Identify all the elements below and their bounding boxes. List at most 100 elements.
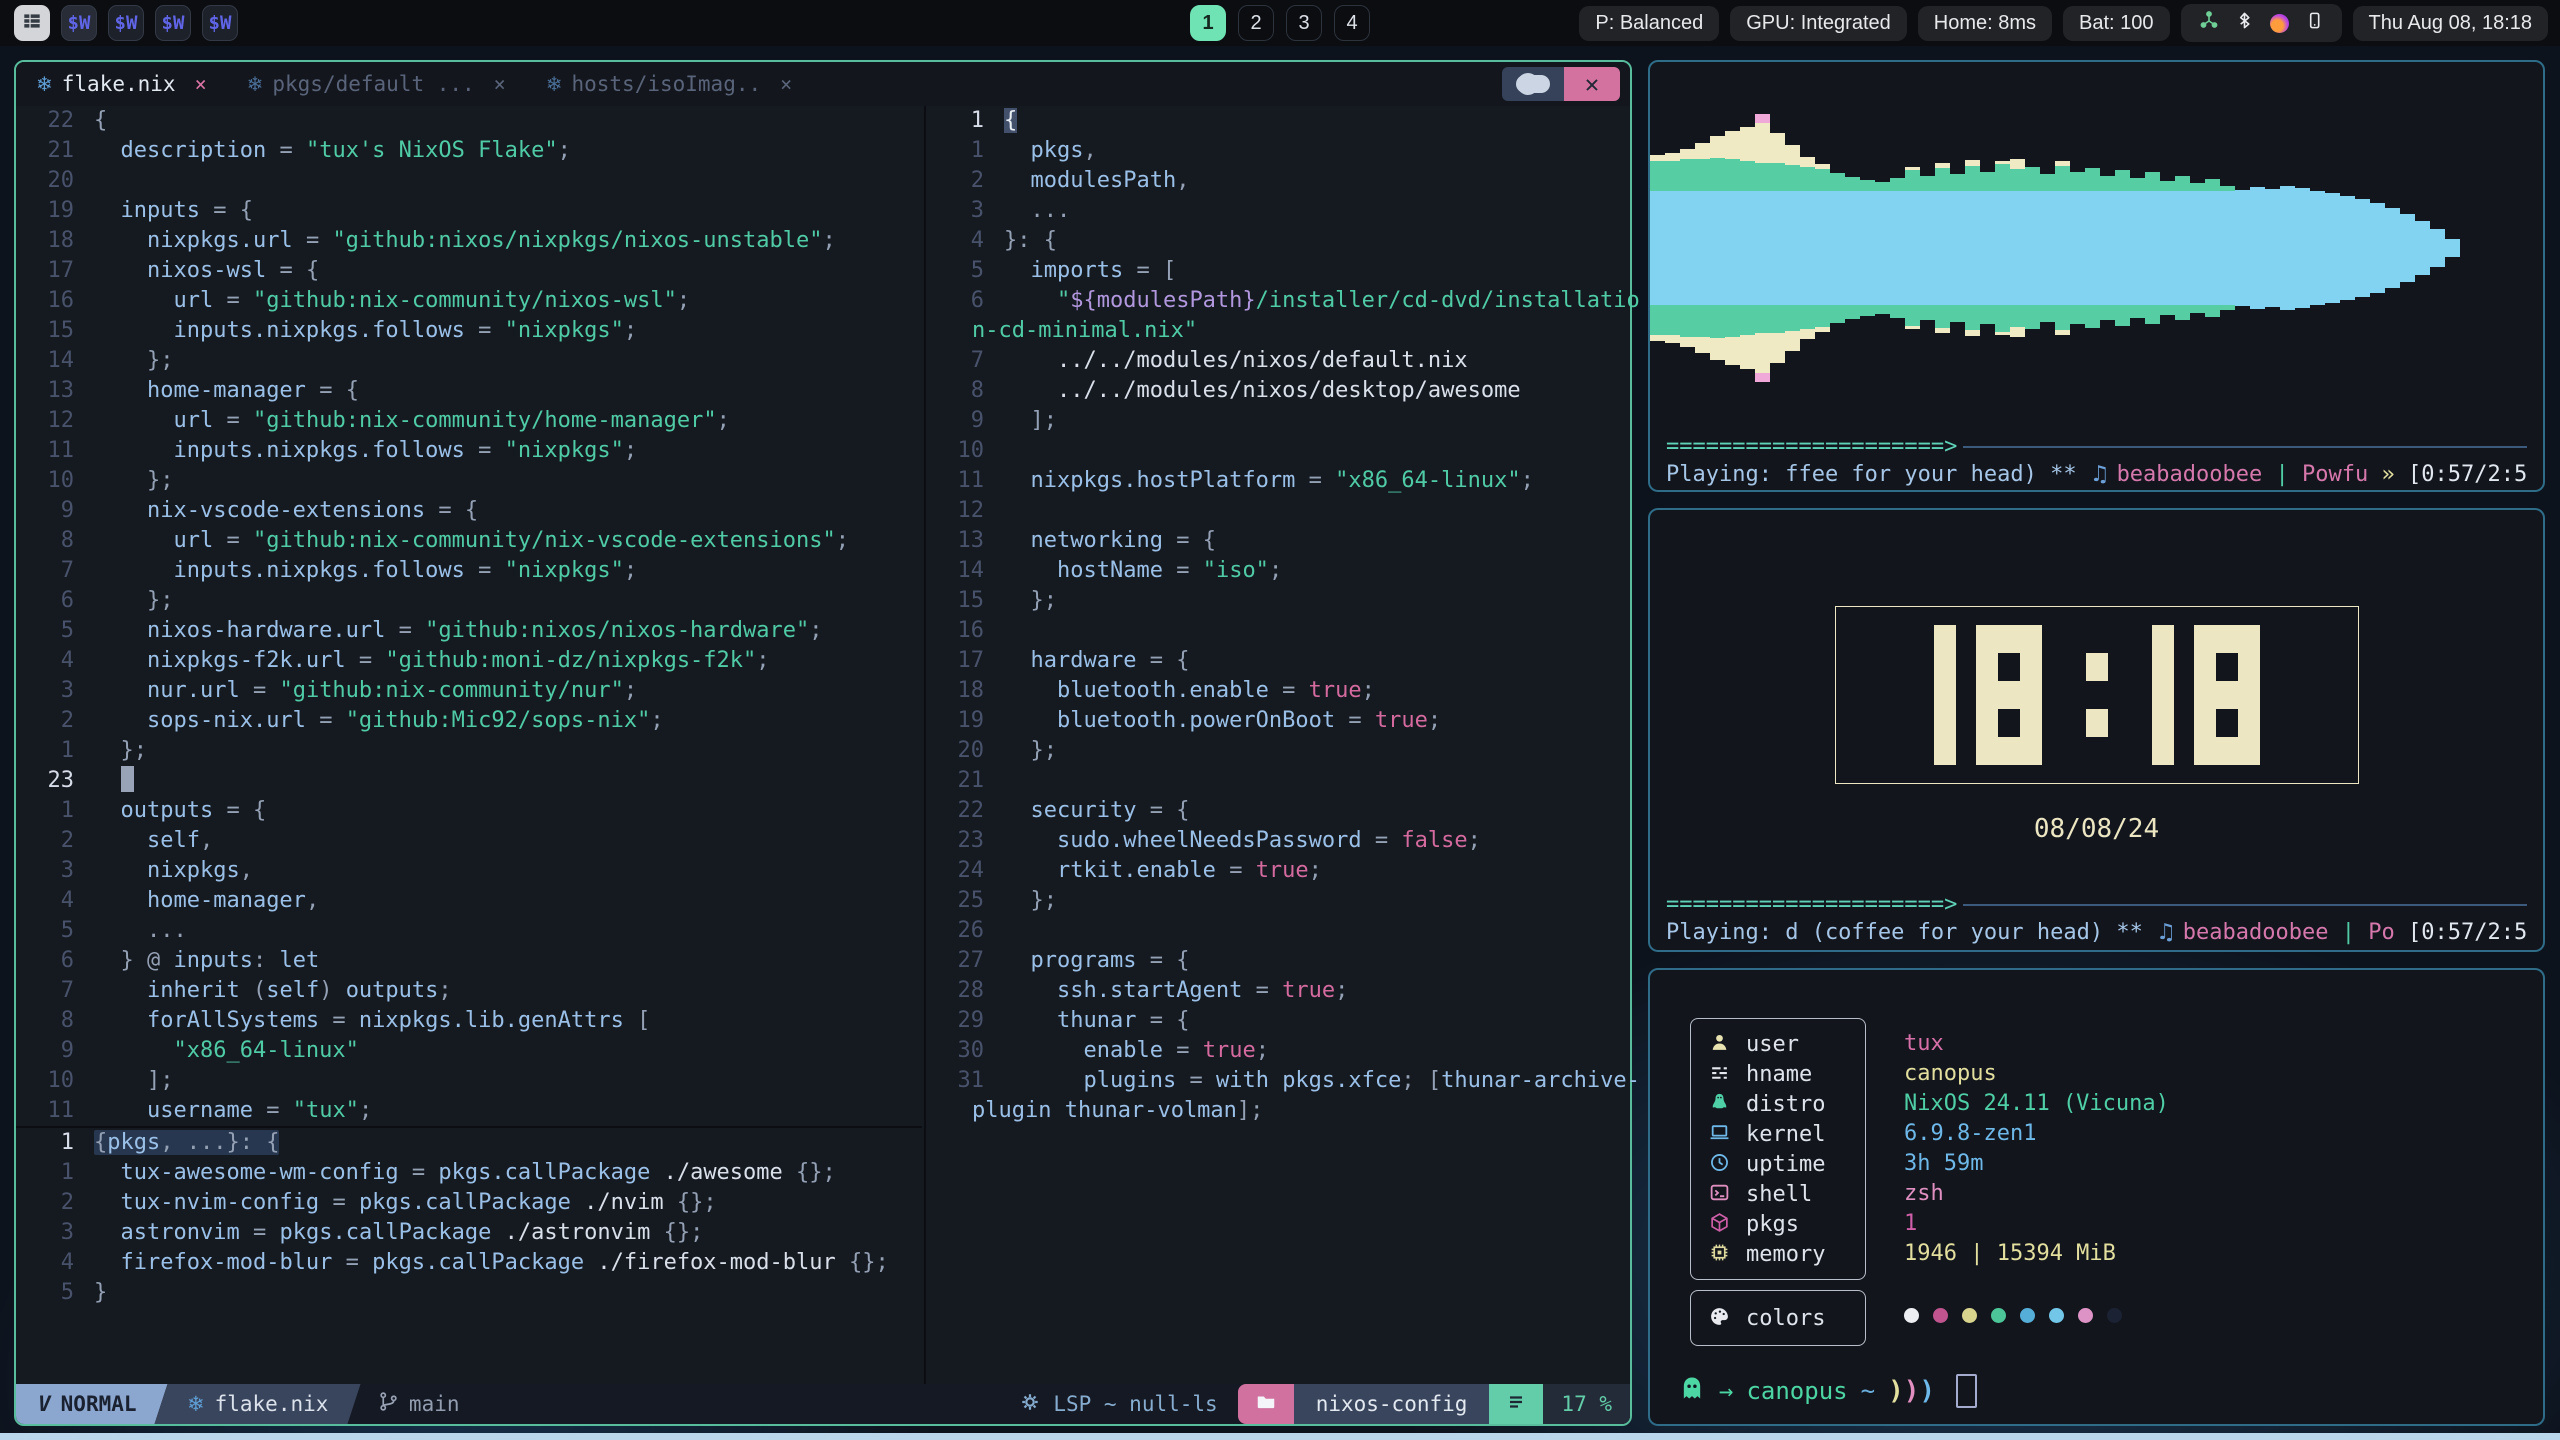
now-playing-text: | bbox=[2262, 462, 2302, 487]
close-button[interactable]: ✕ bbox=[1564, 67, 1620, 101]
tab-close-icon[interactable]: × bbox=[494, 72, 506, 96]
code-line: 4 home-manager, bbox=[16, 886, 922, 916]
code-line: 13 home-manager = { bbox=[16, 376, 922, 406]
color-temperature-icon bbox=[2270, 14, 2289, 33]
status-pill-2: Home: 8ms bbox=[1918, 6, 2052, 41]
color-dot-4 bbox=[2020, 1308, 2035, 1323]
editor-code-area[interactable]: 22{21 description = "tux's NixOS Flake";… bbox=[16, 106, 1630, 1384]
cursor bbox=[121, 766, 134, 792]
fetch-value-distro: NixOS 24.11 (Vicuna) bbox=[1904, 1088, 2169, 1118]
tray bbox=[2181, 4, 2342, 42]
fetch-value-shell: zsh bbox=[1904, 1178, 2169, 1208]
editor-tabs: ❄flake.nix×❄pkgs/default ...×❄hosts/isoI… bbox=[16, 62, 812, 106]
palette-icon bbox=[1709, 1306, 1730, 1331]
tab-flake-nix[interactable]: ❄flake.nix× bbox=[16, 62, 227, 106]
branch-label: main bbox=[409, 1392, 460, 1416]
fetch-label: shell bbox=[1746, 1182, 1812, 1207]
window-buttons: ✕ bbox=[1502, 67, 1620, 101]
clock-pill: Thu Aug 08, 18:18 bbox=[2353, 6, 2548, 41]
tab-pkgs-default-[interactable]: ❄pkgs/default ...× bbox=[227, 62, 526, 106]
fetch-row-distro: distro bbox=[1691, 1089, 1865, 1119]
tab-close-icon[interactable]: × bbox=[195, 72, 207, 96]
code-line: 13 networking = { bbox=[926, 526, 1630, 556]
tag-3[interactable]: 3 bbox=[1286, 5, 1322, 41]
statusline-right: LSP ~ null-ls nixos-config 17 % bbox=[1019, 1384, 1630, 1424]
code-line: 14 hostName = "iso"; bbox=[926, 556, 1630, 586]
prompt-chevron-1: ) bbox=[1904, 1376, 1920, 1406]
workspace-button-2[interactable]: $W bbox=[108, 5, 144, 41]
shell-prompt[interactable]: → canopus ~ ))) bbox=[1678, 1374, 1977, 1408]
now-playing-text: » bbox=[2368, 462, 2408, 487]
toggle-button[interactable] bbox=[1502, 67, 1564, 101]
code-line: 6 "${modulesPath}/installer/cd-dvd/insta… bbox=[926, 286, 1630, 316]
tab-close-icon[interactable]: × bbox=[780, 72, 792, 96]
color-dot-1 bbox=[1933, 1308, 1948, 1323]
code-line: 20 }; bbox=[926, 736, 1630, 766]
tag-1[interactable]: 1 bbox=[1190, 5, 1226, 41]
tag-4[interactable]: 4 bbox=[1334, 5, 1370, 41]
tab-label: pkgs/default ... bbox=[272, 72, 474, 96]
tag-2[interactable]: 2 bbox=[1238, 5, 1274, 41]
branch-icon bbox=[378, 1391, 399, 1417]
clock-digit-1 bbox=[1934, 625, 1956, 765]
wallpaper-bottom-strip bbox=[0, 1433, 2560, 1440]
ghost-icon bbox=[1678, 1374, 1706, 1408]
code-line: 20 bbox=[16, 166, 922, 196]
progress-rule bbox=[1963, 446, 2527, 448]
lsp-label: LSP ~ null-ls bbox=[1053, 1392, 1217, 1416]
progress-bar: =====================> bbox=[1666, 434, 1957, 459]
code-line: 17 hardware = { bbox=[926, 646, 1630, 676]
topbar-left-group: $W $W $W $W bbox=[14, 5, 238, 41]
editor-left-pane[interactable]: 22{21 description = "tux's NixOS Flake";… bbox=[16, 106, 922, 1308]
gear-icon bbox=[1019, 1391, 1041, 1418]
code-line: 27 programs = { bbox=[926, 946, 1630, 976]
code-line: 4}: { bbox=[926, 226, 1630, 256]
git-branch: main bbox=[378, 1391, 460, 1417]
nix-snowflake-icon: ❄ bbox=[36, 72, 53, 96]
code-line: 2 tux-nvim-config = pkgs.callPackage ./n… bbox=[16, 1188, 922, 1218]
code-line: 31 plugins = with pkgs.xfce; [thunar-arc… bbox=[926, 1066, 1630, 1096]
code-line: 12 bbox=[926, 496, 1630, 526]
layout-button[interactable] bbox=[14, 5, 50, 41]
editor-right-pane[interactable]: 1{1 pkgs,2 modulesPath,3 ...4}: {5 impor… bbox=[924, 106, 1630, 1384]
fetch-row-pkgs: pkgs bbox=[1691, 1209, 1865, 1239]
workspace-button-4[interactable]: $W bbox=[202, 5, 238, 41]
code-line: 2 modulesPath, bbox=[926, 166, 1630, 196]
fetch-row-uptime: uptime bbox=[1691, 1149, 1865, 1179]
code-line: 1{ bbox=[926, 106, 1630, 136]
code-line: 9 nix-vscode-extensions = { bbox=[16, 496, 922, 526]
fetch-label: uptime bbox=[1746, 1152, 1825, 1177]
project-label: nixos-config bbox=[1294, 1384, 1490, 1424]
folder-icon bbox=[1255, 1391, 1277, 1418]
clock-digit-8 bbox=[2194, 625, 2260, 765]
prompt-arrow: → bbox=[1719, 1377, 1733, 1405]
code-line: 5 imports = [ bbox=[926, 256, 1630, 286]
clock-window: 08/08/24 =====================> Playing:… bbox=[1648, 508, 2545, 952]
code-line: 18 nixpkgs.url = "github:nixos/nixpkgs/n… bbox=[16, 226, 922, 256]
fetch-value-column: tuxcanopusNixOS 24.11 (Vicuna)6.9.8-zen1… bbox=[1904, 1018, 2169, 1346]
code-line: 11 username = "tux"; bbox=[16, 1096, 922, 1126]
code-line: 19 bluetooth.powerOnBoot = true; bbox=[926, 706, 1630, 736]
tab-label: hosts/isoImag.. bbox=[571, 72, 761, 96]
fetch-colors-box: colors bbox=[1690, 1290, 1866, 1346]
code-line: plugin thunar-volman]; bbox=[926, 1096, 1630, 1126]
track-progress-2: =====================> bbox=[1666, 892, 2527, 917]
fetch-row-kernel: kernel bbox=[1691, 1119, 1865, 1149]
fetch-label: hname bbox=[1746, 1062, 1812, 1087]
tab-hosts-isoImag-[interactable]: ❄hosts/isoImag..× bbox=[526, 62, 812, 106]
code-line: 22{ bbox=[16, 106, 922, 136]
project-chip bbox=[1238, 1384, 1294, 1424]
code-line: 8 ../../modules/nixos/desktop/awesome bbox=[926, 376, 1630, 406]
code-line: 1 tux-awesome-wm-config = pkgs.callPacka… bbox=[16, 1158, 922, 1188]
code-line: 8 forAllSystems = nixpkgs.lib.genAttrs [ bbox=[16, 1006, 922, 1036]
now-playing-text: beabadoobee bbox=[2117, 462, 2263, 487]
workspace-button-1[interactable]: $W bbox=[61, 5, 97, 41]
code-line: 2 self, bbox=[16, 826, 922, 856]
fetch-row-memory: memory bbox=[1691, 1239, 1865, 1269]
mode-label: NORMAL bbox=[61, 1392, 137, 1416]
vim-icon: V bbox=[38, 1392, 51, 1416]
color-dot-2 bbox=[1962, 1308, 1977, 1323]
code-line: 5 nixos-hardware.url = "github:nixos/nix… bbox=[16, 616, 922, 646]
workspace-button-3[interactable]: $W bbox=[155, 5, 191, 41]
code-line: 1{pkgs, ...}: { bbox=[16, 1128, 922, 1158]
